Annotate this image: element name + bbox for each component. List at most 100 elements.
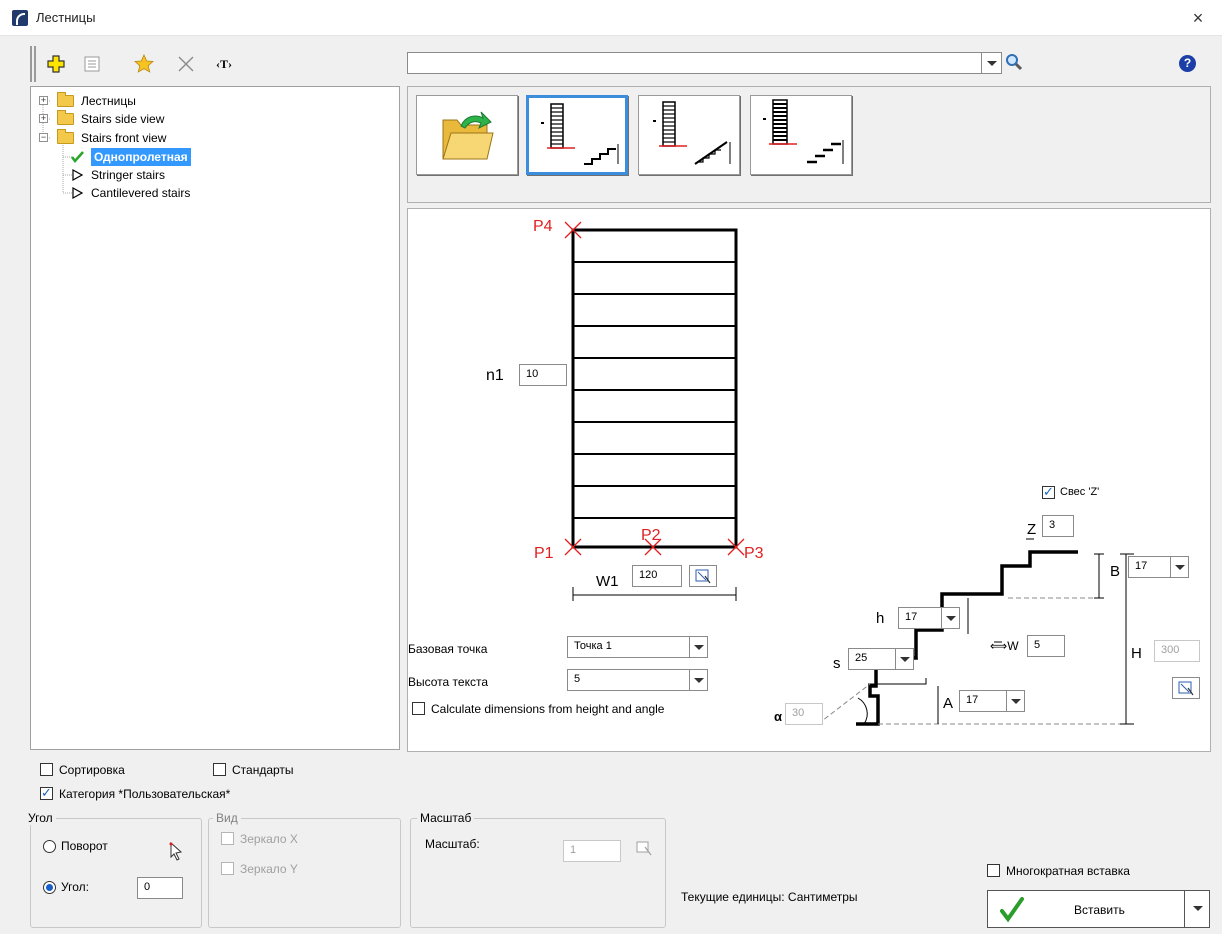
scale-input[interactable]: 1 xyxy=(563,840,621,862)
pick-scale-icon[interactable] xyxy=(635,839,655,859)
stair-plan-icon xyxy=(653,101,731,165)
a-label: A xyxy=(943,695,954,712)
angle-input[interactable]: 0 xyxy=(137,877,183,899)
stair-diagram xyxy=(564,221,1134,726)
category-checkbox[interactable] xyxy=(40,785,53,801)
w-input[interactable]: 5 xyxy=(1027,635,1065,657)
thumbnail-cantilevered-stairs[interactable] xyxy=(750,95,852,175)
alpha-input[interactable]: 30 xyxy=(785,703,823,725)
title-bar: Лестницы × xyxy=(0,0,1222,36)
angle-group: Угол Поворот Угол: 0 xyxy=(25,811,202,928)
folder-icon xyxy=(57,92,74,107)
insert-button[interactable]: Вставить xyxy=(987,890,1210,928)
checkmark-icon xyxy=(1000,897,1024,923)
standards-checkbox[interactable] xyxy=(213,763,226,776)
help-icon[interactable]: ? xyxy=(1179,55,1196,72)
add-button[interactable] xyxy=(44,52,68,76)
view-group: Вид Зеркало X Зеркало Y xyxy=(208,811,401,928)
parameter-drawing: P4 P1 P2 P3 n1 10 W1 120 Базовая точка Т… xyxy=(407,208,1211,752)
rotate-radio[interactable] xyxy=(43,840,56,853)
sort-label: Сортировка xyxy=(59,763,125,777)
calc-dimensions-label: Calculate dimensions from height and ang… xyxy=(431,702,665,716)
b-label: B xyxy=(1110,563,1121,580)
big-h-input[interactable]: 300 xyxy=(1154,640,1200,662)
mirror-y-label: Зеркало Y xyxy=(240,862,298,876)
multiple-insert-checkbox[interactable] xyxy=(987,864,1000,877)
search-dropdown-button[interactable] xyxy=(981,53,1001,73)
checked-item-icon xyxy=(71,151,84,163)
insert-options-dropdown[interactable] xyxy=(1184,891,1210,927)
a-select[interactable]: 17 xyxy=(959,690,1025,712)
item-arrow-icon xyxy=(72,187,84,199)
chevron-down-icon xyxy=(1193,906,1203,911)
chevron-down-icon xyxy=(900,657,910,662)
close-button[interactable]: × xyxy=(1186,8,1210,30)
mirror-x-checkbox[interactable] xyxy=(221,832,234,845)
base-point-label: Базовая точка xyxy=(408,642,488,656)
sort-checkbox[interactable] xyxy=(40,763,53,776)
h-small-select[interactable]: 17 xyxy=(898,607,960,629)
n1-input[interactable]: 10 xyxy=(519,364,567,386)
view-group-title: Вид xyxy=(213,811,241,825)
star-icon xyxy=(134,54,154,73)
base-point-select[interactable]: Точка 1 xyxy=(567,636,708,658)
tree-node-label: Однопролетная xyxy=(91,148,191,166)
w1-label: W1 xyxy=(596,573,619,590)
h-pick-button[interactable] xyxy=(1172,677,1200,699)
scale-group: Масштаб Масштаб: 1 xyxy=(410,811,666,928)
chevron-down-icon xyxy=(694,678,704,683)
w1-input[interactable]: 120 xyxy=(632,565,682,587)
mirror-y-checkbox[interactable] xyxy=(221,862,234,875)
overhang-checkbox[interactable] xyxy=(1042,484,1055,500)
expand-icon[interactable]: + xyxy=(39,96,48,105)
a-value: 17 xyxy=(966,694,979,706)
base-point-dropdown[interactable] xyxy=(689,637,707,657)
text-tool-button[interactable]: ‹T› xyxy=(212,52,236,76)
w1-pick-button[interactable] xyxy=(689,565,717,587)
folder-icon xyxy=(57,110,74,125)
z-label: Z xyxy=(1027,521,1037,538)
h-small-label: h xyxy=(876,610,885,627)
delete-button[interactable] xyxy=(174,52,198,76)
b-dropdown[interactable] xyxy=(1170,557,1188,577)
thumbnail-stringer-stairs[interactable] xyxy=(638,95,740,175)
s-select[interactable]: 25 xyxy=(848,648,914,670)
favorite-button[interactable] xyxy=(132,52,156,76)
alpha-label: α xyxy=(774,709,782,724)
calc-dimensions-checkbox[interactable] xyxy=(412,702,425,715)
h-small-value: 17 xyxy=(905,611,918,623)
toolbar-grip-icon xyxy=(30,46,36,82)
search-button[interactable] xyxy=(1004,52,1026,74)
point-p4-label: P4 xyxy=(533,218,553,235)
standards-label: Стандарты xyxy=(232,763,294,777)
expand-icon[interactable]: + xyxy=(39,114,48,123)
properties-button[interactable] xyxy=(80,52,104,76)
collapse-icon[interactable]: − xyxy=(39,133,48,142)
mirror-x-label: Зеркало X xyxy=(240,832,298,846)
pick-point-icon xyxy=(695,569,711,584)
rotate-label: Поворот xyxy=(61,839,108,853)
thumbnail-open-folder[interactable] xyxy=(416,95,518,175)
plus-icon xyxy=(47,55,65,73)
search-combo[interactable] xyxy=(407,52,1002,74)
chevron-down-icon xyxy=(987,61,997,66)
tree-node-label: Stringer stairs xyxy=(91,168,166,182)
z-input[interactable]: 3 xyxy=(1042,515,1074,537)
b-select[interactable]: 17 xyxy=(1128,556,1189,578)
point-p1-label: P1 xyxy=(534,545,554,562)
h-small-dropdown[interactable] xyxy=(941,608,959,628)
chevron-down-icon xyxy=(1175,565,1185,570)
big-h-label: H xyxy=(1131,645,1142,662)
a-dropdown[interactable] xyxy=(1006,691,1024,711)
text-height-dropdown[interactable] xyxy=(689,670,707,690)
s-dropdown[interactable] xyxy=(895,649,913,669)
tree-node-label: Stairs front view xyxy=(81,131,167,145)
chevron-down-icon xyxy=(1011,699,1021,704)
list-icon xyxy=(84,56,100,72)
open-folder-icon xyxy=(57,129,74,144)
angle-radio[interactable] xyxy=(43,881,56,894)
text-height-select[interactable]: 5 xyxy=(567,669,708,691)
stair-plan-icon xyxy=(541,103,619,165)
thumbnail-single-flight[interactable] xyxy=(526,95,628,175)
category-tree[interactable]: + Лестницы + Stairs side view − Stairs f… xyxy=(30,86,400,750)
